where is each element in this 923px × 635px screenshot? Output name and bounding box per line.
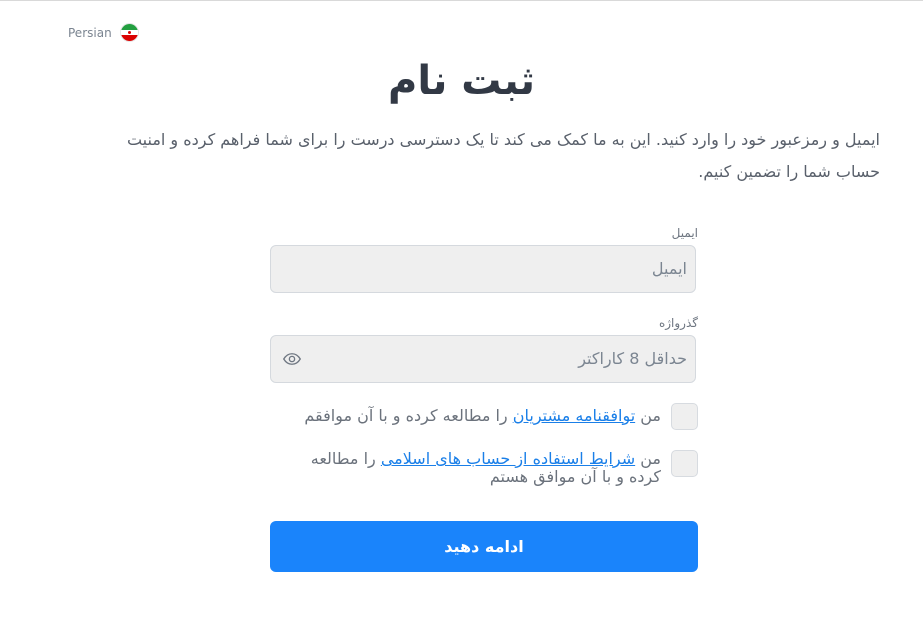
email-placeholder: ایمیل [651,259,687,278]
islamic-accounts-terms-link[interactable]: شرایط استفاده از حساب های اسلامی [381,449,635,468]
agreement-text-islamic: من شرایط استفاده از حساب های اسلامی را م… [276,450,661,486]
page-description: ایمیل و رمزعبور خود را وارد کنید. این به… [126,130,880,181]
iran-flag-icon [120,24,138,41]
eye-icon[interactable] [283,352,301,366]
agreement-checkbox-islamic[interactable] [671,450,698,477]
agreement-suffix: را مطالعه کرده و با آن موافقم [304,406,513,425]
agreement-text-customer: من توافقنامه مشتریان را مطالعه کرده و با… [304,407,661,425]
page-title: ثبت نام [388,58,535,104]
top-divider [0,0,923,1]
agreement-prefix: من [635,406,661,425]
agreement-checkbox-customer[interactable] [671,403,698,430]
agreement-row-customer: من توافقنامه مشتریان را مطالعه کرده و با… [270,403,698,430]
customer-agreement-link[interactable]: توافقنامه مشتریان [513,406,635,425]
email-field[interactable]: ایمیل [270,245,696,293]
agreement-row-islamic: من شرایط استفاده از حساب های اسلامی را م… [270,450,698,486]
password-placeholder: حداقل 8 کاراکتر [578,349,687,368]
agreement-prefix: من [635,449,661,468]
language-label: Persian [68,25,112,40]
password-label: گذرواژه [658,316,698,330]
continue-button[interactable]: ادامه دهید [270,521,698,572]
password-field[interactable]: حداقل 8 کاراکتر [270,335,696,383]
email-label: ایمیل [671,226,698,240]
language-selector[interactable]: Persian [68,24,138,41]
